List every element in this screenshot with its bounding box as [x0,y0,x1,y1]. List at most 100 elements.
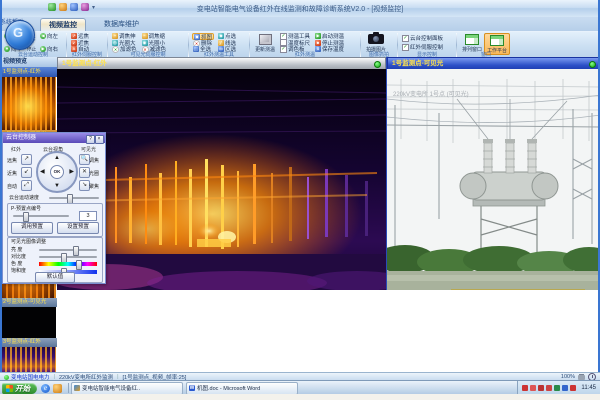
ir-near-label: 近焦 [7,170,17,177]
column-header-ir: 红外 [11,146,21,153]
vis-iris-label: 光圈 [89,170,99,177]
system-tray: 11:45 [517,381,600,395]
camera-icon [368,34,384,44]
start-icon: ▶ [315,33,321,39]
printer-icon[interactable] [578,375,585,380]
tray-icon[interactable] [530,385,536,391]
browser-icon[interactable]: e [41,384,50,393]
hue-slider[interactable] [39,262,97,266]
preset-call-button[interactable]: 调用预置 [11,222,53,234]
group-measure-tools: ▣抓图 ✕删除 ⬚全选 ◆点选 ╱线选 ▭区选 红外测温工具 [189,32,249,58]
preset-set-button[interactable]: 设置预置 [57,222,99,234]
preset-value-box[interactable]: 3 [79,211,97,221]
saturation-label: 饱和度 [11,267,26,274]
preset-label: P-预置点编号 [11,205,41,212]
hue-label: 色 度 [11,260,22,267]
substation-photo [387,69,600,290]
tab-database-maintenance[interactable]: 数据库维护 [96,18,147,31]
tray-icon[interactable] [554,385,560,391]
taskbar: 开始 e 变电站智能电气设备红.. W 机图.doc - Microsoft W… [0,380,600,395]
ribbon-tab-row: 视频监控 数据库维护 系统帮助 [0,17,600,31]
ptz-dpad[interactable]: ▲ ▼ ◀ ▶ OK [36,151,78,193]
dpad-up-icon[interactable]: ▲ [54,155,60,161]
tray-icon[interactable] [562,385,568,391]
windows-icon [490,35,504,46]
taskbar-task-monitor-app[interactable]: 变电站智能电气设备红.. [71,382,183,395]
ir-near-button[interactable]: ↙ [21,167,32,178]
tray-icon[interactable] [546,385,552,391]
brightness-slider[interactable] [39,249,97,251]
dpad-down-icon[interactable]: ▼ [54,183,60,189]
contrast-slider[interactable] [39,256,97,258]
sidebar-item-1-ir[interactable]: 1号监测点-红外 [0,67,59,77]
system-help-menu[interactable]: 系统帮助 [0,17,600,26]
quick-launch: e [41,384,62,393]
group-display-control: ✓云台控制面板 ✓红外伺服控制 显示控制 [398,32,456,58]
far-focus-icon: ↗ [71,33,77,39]
word-icon: W [189,385,195,391]
column-header-vis: 可见光 [81,146,96,153]
thumbnail-1-ir[interactable] [0,77,56,130]
windows-icon [465,34,479,45]
cube-icon [259,34,272,45]
group-capture: 拍摄图片 图像抓拍 [361,32,397,58]
ptz-left-button[interactable]: ◀向左 [39,33,59,39]
status-dot-icon [374,61,381,68]
tray-icon[interactable] [570,385,576,391]
arrange-windows-button[interactable]: 排列窗口 [460,33,484,53]
tray-icon[interactable] [538,385,544,391]
group-window: 排列窗口 工作平台 窗口 [457,32,515,58]
windows-flag-icon [6,385,13,392]
start-button[interactable]: 开始 [2,383,37,394]
media-player-icon[interactable] [53,384,62,393]
update-measure-button[interactable]: 更新测温 [253,33,277,53]
thumbnail-2-vis[interactable] [0,307,56,338]
iris-open-icon: ◎ [112,40,118,46]
point-select-icon: ◆ [218,33,224,39]
group-ir-measure: 更新测温 ✓测温工具 温度标尺 ✓调色板 ▶启动测温 ■停止测温 ⬇保存温度 红… [250,32,360,58]
vis-zoom-label: 调焦 [89,157,99,164]
ir-auto-button[interactable]: ⤢ [21,180,32,191]
ir-panel-title: 1号监测点-红外 [62,60,107,67]
slider-thumb[interactable] [76,260,82,270]
dpad-ok-button[interactable]: OK [50,165,64,179]
tab-video-monitor[interactable]: 视频监控 [40,18,86,32]
tray-icon[interactable] [522,385,528,391]
check-ir-servo[interactable]: ✓红外伺服控制 [401,44,444,50]
camera-osd-text: 220kV变电所 1号点 (可见光) [393,89,469,98]
sidebar-item-3-ir[interactable]: 3号监测点-红外 [0,338,59,347]
close-icon[interactable]: × [95,135,104,144]
ptz-panel-titlebar[interactable]: 云台控制器 ? × [3,133,105,143]
group-visible-servo: +调焦伸 ◎光圈大 ✕加滤色 −调焦缩 ◉光圈小 ✕减滤色 可见光伺服控制 [108,32,188,58]
preset-slider[interactable] [13,215,69,217]
dpad-left-icon[interactable]: ◀ [40,169,45,175]
ptz-controller-panel[interactable]: 云台控制器 ? × 红外 云台视角 可见光 远焦 ↗ 近焦 ↙ 自动 ⤢ ▲ ▼… [2,132,106,284]
thumbnail-3-ir[interactable] [0,347,56,372]
online-status-icon [4,375,9,380]
capture-image-button[interactable]: 拍摄图片 [364,33,388,53]
slider-thumb[interactable] [23,212,29,222]
speed-label: 云台运动速度 [9,194,39,201]
start-label: 开始 [15,383,30,394]
taskbar-task-word-doc[interactable]: W 机图.doc - Microsoft Word [186,382,298,395]
clock: 11:45 [581,385,596,391]
ir-video-feed[interactable] [57,69,386,290]
help-icon[interactable]: ? [86,135,95,144]
check-ptz-panel[interactable]: ✓云台控制面板 [401,35,444,41]
slider-thumb[interactable] [73,246,79,256]
speed-slider[interactable] [49,197,99,199]
stop-icon: ■ [315,40,321,46]
default-button[interactable]: 默认值 [35,272,75,283]
ir-far-button[interactable]: ↗ [21,154,32,165]
checkbox-checked-icon: ✓ [402,35,409,42]
near-focus-icon: ↙ [71,40,77,46]
status-dot-icon [589,61,596,68]
sidebar-item-2-vis[interactable]: 2号监测点-可见光 [0,298,59,307]
visible-video-feed[interactable]: 220kV变电所 1号点 (可见光) 红外热像仪联动画面 ▾ × [387,69,600,290]
dpad-right-icon[interactable]: ▶ [69,169,74,175]
thermal-image [57,69,386,290]
contrast-label: 对比度 [11,253,26,260]
station-map-area: 机房 主控 [57,290,600,372]
iris-close-icon: ◉ [142,40,148,46]
vis-focus-label: 聚焦 [89,183,99,190]
